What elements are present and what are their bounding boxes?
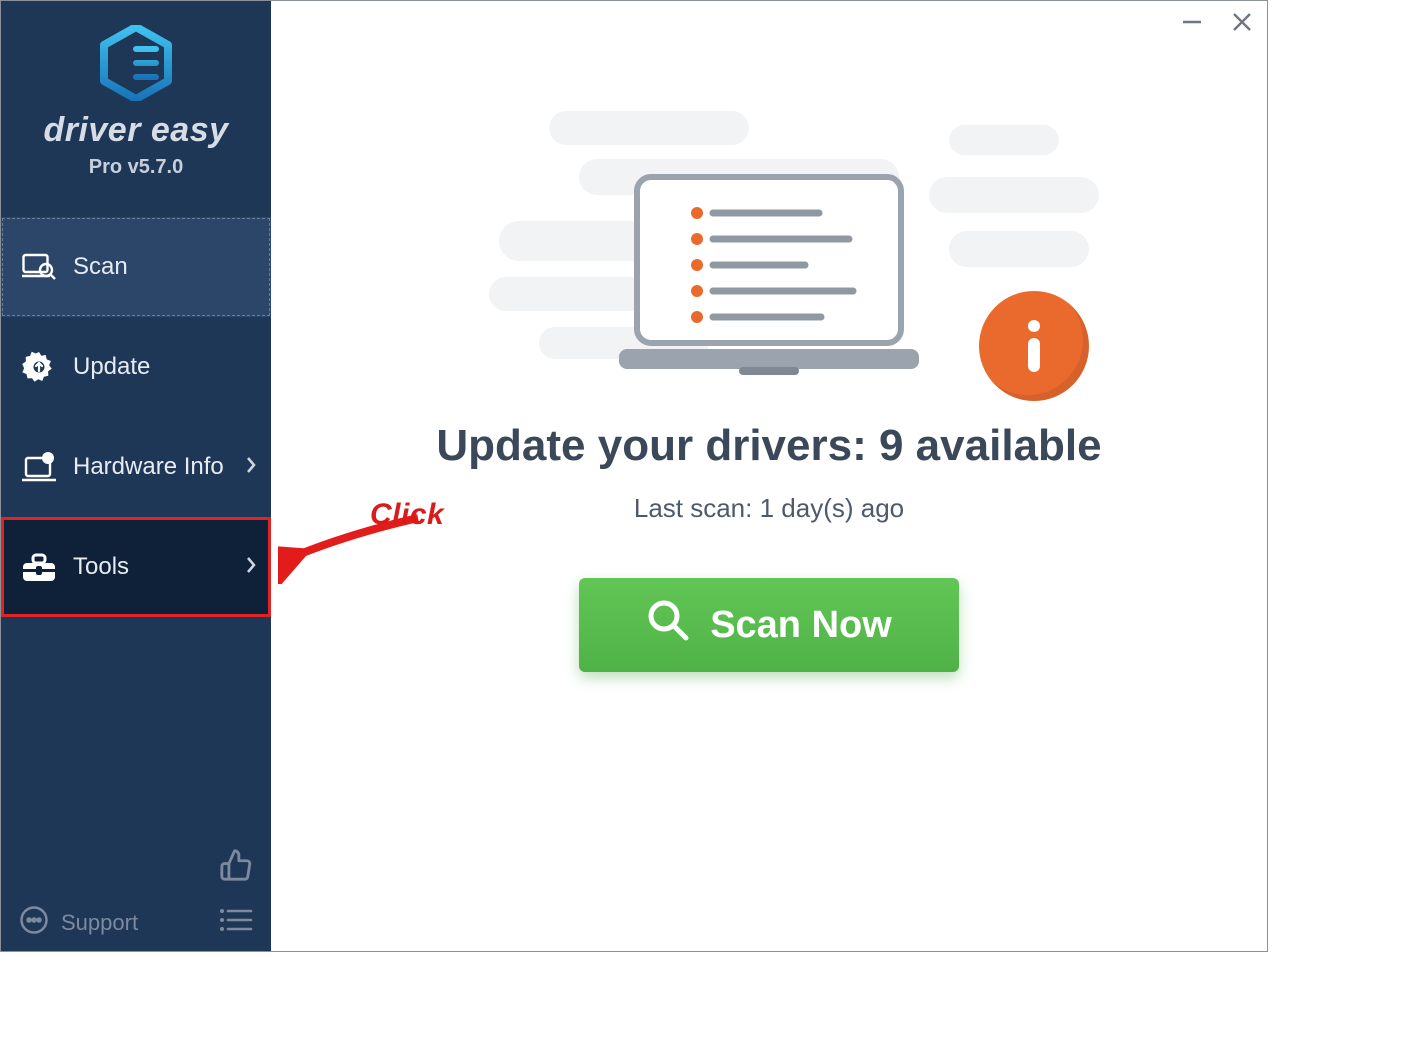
annotation-label: Click (370, 498, 444, 532)
headline: Update your drivers: 9 available (436, 421, 1101, 471)
logo-block: driver easy Pro v5.7.0 (1, 1, 271, 197)
available-count: 9 (879, 421, 903, 470)
app-window: driver easy Pro v5.7.0 Scan (0, 0, 1268, 952)
sidebar-nav: Scan Update (1, 217, 271, 617)
chat-icon (19, 905, 49, 941)
sidebar-item-update[interactable]: Update (1, 317, 271, 417)
scan-now-button[interactable]: Scan Now (579, 578, 959, 672)
minimize-button[interactable] (1181, 11, 1203, 38)
close-button[interactable] (1231, 11, 1253, 38)
laptop-icon (609, 173, 929, 388)
sidebar-item-tools[interactable]: Tools (1, 517, 271, 617)
headline-suffix: available (903, 421, 1101, 470)
main-panel: Update your drivers: 9 available Last sc… (271, 1, 1267, 951)
last-scan-value: 1 day(s) ago (760, 493, 905, 523)
app-logo-icon (1, 25, 271, 101)
sidebar: driver easy Pro v5.7.0 Scan (1, 1, 271, 951)
last-scan: Last scan: 1 day(s) ago (634, 493, 904, 524)
monitor-search-icon (19, 252, 59, 282)
brand-name: driver easy (1, 111, 271, 150)
chevron-right-icon (245, 453, 257, 481)
sidebar-footer: Support (1, 905, 271, 941)
hardware-info-icon: i (19, 452, 59, 482)
scan-now-label: Scan Now (710, 604, 892, 647)
svg-text:i: i (47, 454, 50, 465)
chevron-right-icon (245, 553, 257, 581)
window-controls (1181, 11, 1253, 38)
app-version: Pro v5.7.0 (1, 156, 271, 179)
menu-list-icon[interactable] (219, 907, 253, 939)
sidebar-item-label: Scan (73, 253, 128, 281)
search-icon (646, 598, 690, 652)
feedback-thumbs-up-icon[interactable] (219, 848, 253, 887)
sidebar-item-label: Tools (73, 553, 129, 581)
hero-illustration (389, 81, 1149, 381)
sidebar-item-label: Hardware Info (73, 453, 224, 481)
gear-icon (19, 350, 59, 384)
support-label: Support (61, 910, 138, 936)
last-scan-prefix: Last scan: (634, 493, 760, 523)
sidebar-item-hardware-info[interactable]: i Hardware Info (1, 417, 271, 517)
toolbox-icon (19, 551, 59, 583)
sidebar-item-label: Update (73, 353, 150, 381)
support-link[interactable]: Support (19, 905, 138, 941)
headline-prefix: Update your drivers: (436, 421, 879, 470)
info-badge-icon (979, 291, 1089, 401)
sidebar-item-scan[interactable]: Scan (1, 217, 271, 317)
